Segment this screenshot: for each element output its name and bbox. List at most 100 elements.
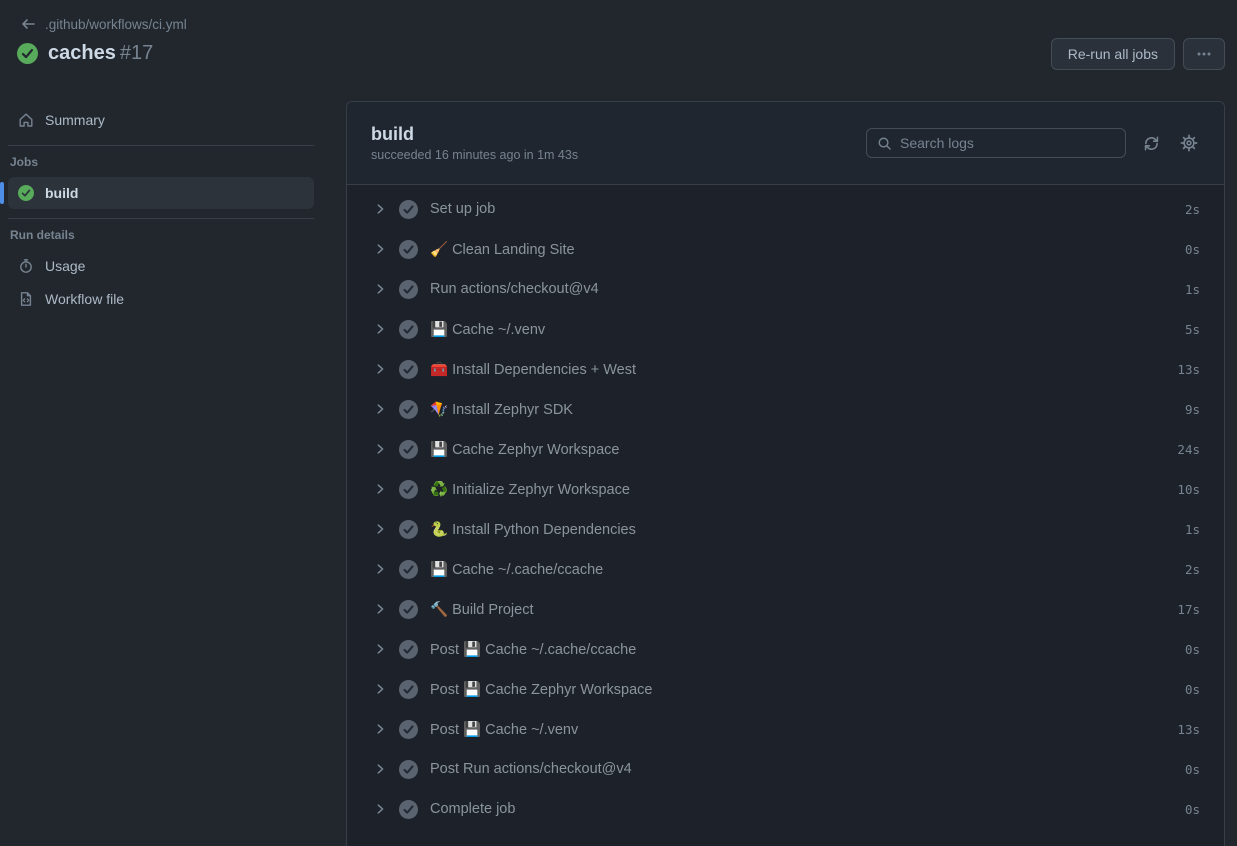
chevron-right-icon[interactable] <box>373 202 387 216</box>
step-name: Set up job <box>430 201 1185 217</box>
chevron-right-icon[interactable] <box>373 802 387 816</box>
refresh-icon <box>1143 135 1160 152</box>
log-step-row[interactable]: Set up job 2s <box>347 189 1224 229</box>
run-number: #17 <box>120 42 153 64</box>
log-step-row[interactable]: Post 💾 Cache ~/.cache/ccache 0s <box>347 629 1224 669</box>
step-name: ♻️ Initialize Zephyr Workspace <box>430 481 1177 498</box>
sidebar-item-label: build <box>45 185 78 201</box>
step-name: 💾 Cache Zephyr Workspace <box>430 441 1177 458</box>
step-success-icon <box>399 480 418 499</box>
rerun-all-jobs-button[interactable]: Re-run all jobs <box>1051 38 1175 70</box>
step-duration: 13s <box>1177 722 1200 737</box>
step-success-icon <box>399 200 418 219</box>
chevron-right-icon[interactable] <box>373 522 387 536</box>
sidebar-item-label: Summary <box>45 112 105 128</box>
step-name: 🧹 Clean Landing Site <box>430 241 1185 258</box>
step-success-icon <box>399 360 418 379</box>
sidebar-item-summary[interactable]: Summary <box>8 104 314 136</box>
search-logs-box[interactable] <box>866 128 1126 158</box>
refresh-logs-button[interactable] <box>1138 130 1164 156</box>
chevron-right-icon[interactable] <box>373 322 387 336</box>
step-success-icon <box>399 800 418 819</box>
step-success-icon <box>399 600 418 619</box>
job-title: build <box>371 124 578 145</box>
log-step-row[interactable]: Run actions/checkout@v4 1s <box>347 269 1224 309</box>
step-list: Set up job 2s 🧹 Clean Landing Site 0s Ru… <box>347 185 1224 829</box>
chevron-right-icon[interactable] <box>373 602 387 616</box>
step-duration: 5s <box>1185 322 1200 337</box>
chevron-right-icon[interactable] <box>373 682 387 696</box>
step-name: 🪁 Install Zephyr SDK <box>430 401 1185 418</box>
run-name: caches <box>48 42 116 64</box>
job-status-text: succeeded 16 minutes ago in 1m 43s <box>371 148 578 162</box>
log-step-row[interactable]: 🐍 Install Python Dependencies 1s <box>347 509 1224 549</box>
log-step-row[interactable]: 🧹 Clean Landing Site 0s <box>347 229 1224 269</box>
back-arrow-icon[interactable] <box>20 16 36 32</box>
sidebar-item-build[interactable]: build <box>8 177 314 209</box>
log-step-row[interactable]: Post 💾 Cache ~/.venv 13s <box>347 709 1224 749</box>
chevron-right-icon[interactable] <box>373 722 387 736</box>
step-name: Complete job <box>430 801 1185 817</box>
log-step-row[interactable]: Complete job 0s <box>347 789 1224 829</box>
step-success-icon <box>399 400 418 419</box>
sidebar-divider <box>8 145 314 146</box>
breadcrumb-workflow-link[interactable]: .github/workflows/ci.yml <box>45 17 187 32</box>
step-success-icon <box>399 560 418 579</box>
kebab-icon <box>1196 46 1212 62</box>
step-success-icon <box>399 720 418 739</box>
step-name: Post 💾 Cache ~/.cache/ccache <box>430 641 1185 658</box>
step-duration: 9s <box>1185 402 1200 417</box>
sidebar-divider <box>8 218 314 219</box>
sidebar: Summary Jobs build Run details Usage Wor… <box>0 101 332 846</box>
chevron-right-icon[interactable] <box>373 562 387 576</box>
step-name: 🧰 Install Dependencies + West <box>430 361 1177 378</box>
log-step-row[interactable]: 🪁 Install Zephyr SDK 9s <box>347 389 1224 429</box>
home-icon <box>18 112 34 128</box>
step-success-icon <box>399 440 418 459</box>
step-name: 🐍 Install Python Dependencies <box>430 521 1185 538</box>
chevron-right-icon[interactable] <box>373 762 387 776</box>
chevron-right-icon[interactable] <box>373 362 387 376</box>
log-settings-button[interactable] <box>1176 130 1202 156</box>
step-name: 🔨 Build Project <box>430 601 1177 618</box>
step-duration: 17s <box>1177 602 1200 617</box>
breadcrumb: .github/workflows/ci.yml <box>20 16 187 32</box>
chevron-right-icon[interactable] <box>373 482 387 496</box>
log-step-row[interactable]: 💾 Cache Zephyr Workspace 24s <box>347 429 1224 469</box>
step-success-icon <box>399 640 418 659</box>
sidebar-item-workflow-file[interactable]: Workflow file <box>8 283 314 315</box>
log-step-row[interactable]: 💾 Cache ~/.venv 5s <box>347 309 1224 349</box>
gear-icon <box>1180 134 1198 152</box>
log-step-row[interactable]: 💾 Cache ~/.cache/ccache 2s <box>347 549 1224 589</box>
search-logs-input[interactable] <box>900 135 1115 151</box>
log-step-row[interactable]: 🔨 Build Project 17s <box>347 589 1224 629</box>
sidebar-item-usage[interactable]: Usage <box>8 250 314 282</box>
chevron-right-icon[interactable] <box>373 402 387 416</box>
step-success-icon <box>399 680 418 699</box>
page-title: caches#17 <box>48 42 153 65</box>
step-duration: 24s <box>1177 442 1200 457</box>
step-duration: 10s <box>1177 482 1200 497</box>
step-duration: 1s <box>1185 522 1200 537</box>
log-step-row[interactable]: Post Run actions/checkout@v4 0s <box>347 749 1224 789</box>
chevron-right-icon[interactable] <box>373 642 387 656</box>
step-duration: 0s <box>1185 242 1200 257</box>
job-log-panel: build succeeded 16 minutes ago in 1m 43s <box>346 101 1225 846</box>
stopwatch-icon <box>18 258 34 274</box>
step-duration: 1s <box>1185 282 1200 297</box>
run-details-section-label: Run details <box>10 228 314 242</box>
log-step-row[interactable]: ♻️ Initialize Zephyr Workspace 10s <box>347 469 1224 509</box>
step-name: Post 💾 Cache ~/.venv <box>430 721 1177 738</box>
log-step-row[interactable]: Post 💾 Cache Zephyr Workspace 0s <box>347 669 1224 709</box>
log-step-row[interactable]: 🧰 Install Dependencies + West 13s <box>347 349 1224 389</box>
chevron-right-icon[interactable] <box>373 442 387 456</box>
chevron-right-icon[interactable] <box>373 282 387 296</box>
step-success-icon <box>399 520 418 539</box>
kebab-menu-button[interactable] <box>1183 38 1225 70</box>
active-job-indicator <box>0 182 4 204</box>
chevron-right-icon[interactable] <box>373 242 387 256</box>
step-duration: 0s <box>1185 802 1200 817</box>
sidebar-item-label: Workflow file <box>45 291 124 307</box>
step-success-icon <box>399 280 418 299</box>
step-name: Run actions/checkout@v4 <box>430 281 1185 297</box>
